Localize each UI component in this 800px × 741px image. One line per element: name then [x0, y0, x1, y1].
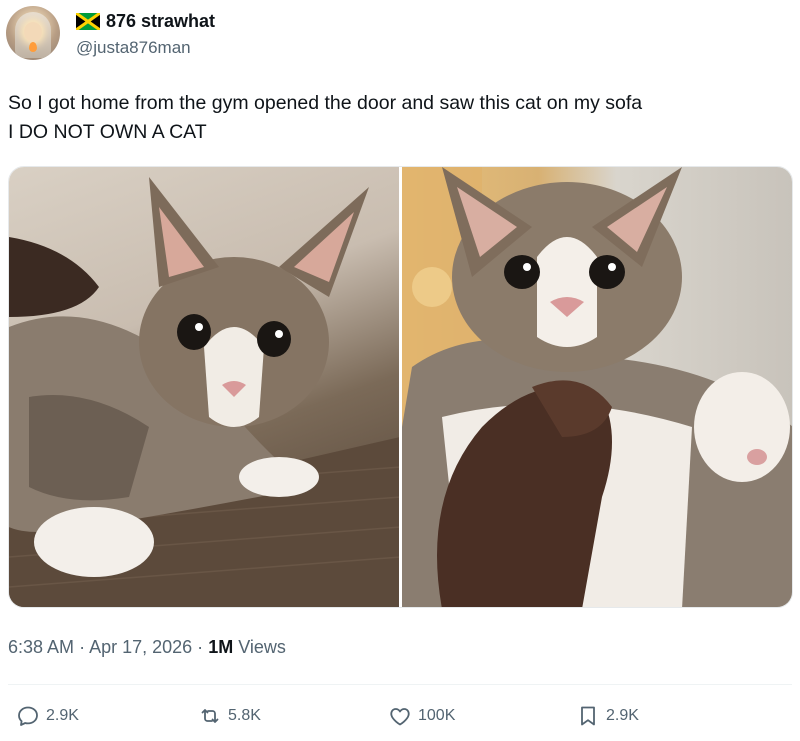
- divider: [8, 684, 792, 685]
- bookmark-button[interactable]: 2.9K: [576, 704, 639, 728]
- kitten-held-illustration: [402, 167, 792, 607]
- meta-separator: ·: [79, 637, 86, 657]
- meta-separator-2: ·: [197, 637, 204, 657]
- media-grid: [8, 166, 793, 608]
- kitten-on-sofa-illustration: [9, 177, 399, 607]
- heart-icon: [390, 708, 410, 726]
- tweet-text: So I got home from the gym opened the do…: [8, 89, 798, 147]
- repost-button[interactable]: 5.8K: [198, 704, 261, 728]
- like-button[interactable]: 100K: [388, 704, 455, 728]
- views-count[interactable]: 1M: [208, 637, 233, 657]
- avatar[interactable]: [6, 6, 60, 60]
- bookmark-count: 2.9K: [606, 707, 639, 724]
- tweet-time[interactable]: 6:38 AM: [8, 637, 74, 657]
- author-display-name[interactable]: 876 strawhat: [106, 10, 215, 32]
- avatar-face: [24, 22, 42, 42]
- tweet-text-line-2: I DO NOT OWN A CAT: [8, 121, 207, 143]
- reply-count: 2.9K: [46, 707, 79, 724]
- author-display-name-row[interactable]: 876 strawhat: [76, 10, 215, 32]
- repost-count: 5.8K: [228, 707, 261, 724]
- photo-kitten-held[interactable]: [402, 167, 792, 607]
- jamaica-flag-icon: [76, 12, 100, 30]
- photo-kitten-on-sofa[interactable]: [9, 167, 399, 607]
- avatar-flame: [29, 42, 37, 52]
- views-label: Views: [238, 637, 286, 657]
- action-bar: 2.9K 5.8K 100K 2.9K: [0, 700, 800, 736]
- tweet-meta: 6:38 AM · Apr 17, 2026 · 1M Views: [8, 635, 286, 659]
- reply-button[interactable]: 2.9K: [16, 704, 79, 728]
- tweet-text-line-1: So I got home from the gym opened the do…: [8, 92, 643, 114]
- tweet-date[interactable]: Apr 17, 2026: [89, 637, 192, 657]
- like-count: 100K: [418, 707, 456, 724]
- author-handle[interactable]: @justa876man: [76, 37, 191, 59]
- reply-icon: [18, 706, 38, 726]
- repost-icon: [201, 709, 219, 723]
- bookmark-icon: [581, 706, 595, 726]
